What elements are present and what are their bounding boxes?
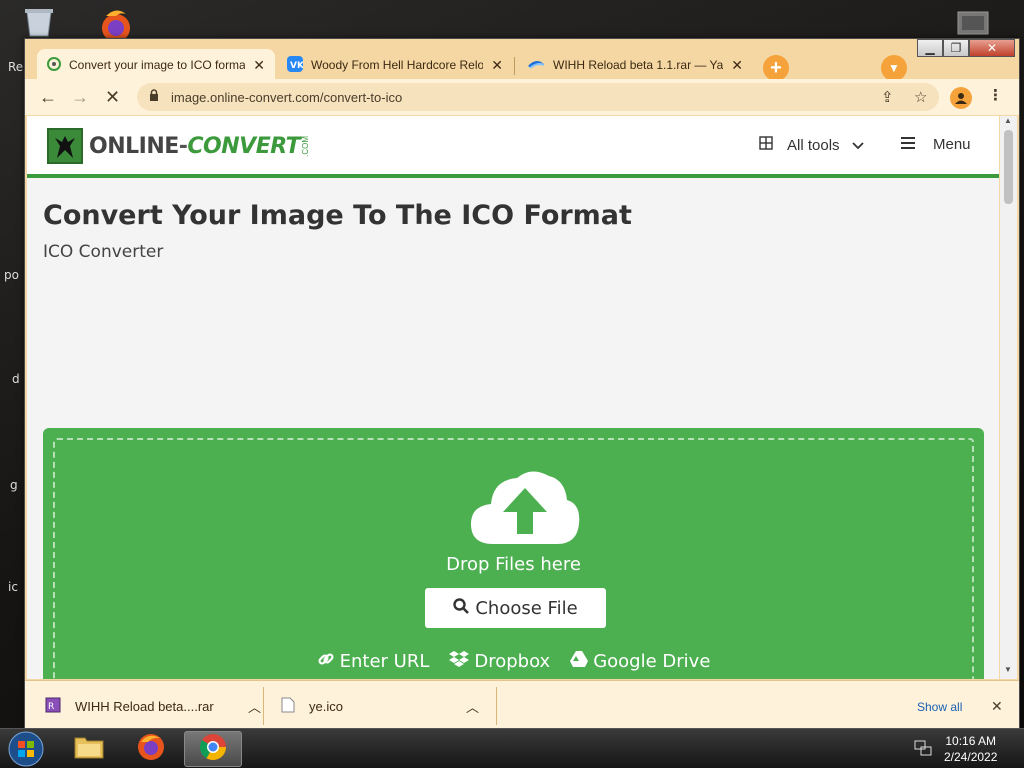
logo-text-convert: CONVERT	[187, 133, 301, 159]
dropbox-icon	[449, 650, 470, 673]
bookmark-star-icon[interactable]: ☆	[914, 88, 927, 106]
desktop-label: Re	[8, 60, 24, 74]
upload-area: Drop Files here Choose File Enter URL Dr…	[43, 428, 984, 679]
lock-icon	[149, 89, 159, 105]
tab-title: WIHH Reload beta 1.1.rar — Yan	[553, 58, 724, 72]
logo-text-online: ONLINE	[89, 133, 179, 159]
dropbox-label: Dropbox	[474, 651, 551, 672]
tab-separator	[514, 57, 515, 75]
download-shelf: R WIHH Reload beta....rar ︿ ye.ico ︿ Sho…	[25, 680, 1019, 729]
close-downloads-icon[interactable]: ✕	[991, 698, 1003, 715]
page-subtitle: ICO Converter	[43, 242, 164, 262]
clock-time: 10:16 AM	[945, 734, 997, 748]
enter-url-link[interactable]: Enter URL	[317, 650, 430, 673]
tab-close-icon[interactable]: ✕	[731, 57, 743, 74]
chevron-up-icon[interactable]: ︿	[466, 697, 479, 716]
browser-window: ▁ ❐ ✕ Convert your image to ICO forma ✕ …	[24, 38, 1020, 730]
stop-loading-button[interactable]: ✕	[105, 87, 120, 108]
page-title: Convert Your Image To The ICO Format	[43, 200, 632, 231]
download-separator	[263, 687, 264, 725]
google-drive-link[interactable]: Google Drive	[570, 650, 710, 673]
tab-close-icon[interactable]: ✕	[253, 57, 265, 74]
taskbar-chrome[interactable]	[184, 731, 242, 767]
svg-text:VK: VK	[290, 61, 303, 71]
page-scrollbar[interactable]: ▲ ▼	[1000, 116, 1017, 679]
web-page: ONLINE-CONVERT .COM All tools Menu Conve…	[27, 116, 999, 679]
google-drive-icon	[570, 651, 589, 672]
tab-vk[interactable]: VK Woody From Hell Hardcore Relo ✕	[277, 49, 513, 81]
desktop-label: ic	[8, 580, 18, 594]
logo-text: ONLINE-CONVERT	[89, 133, 301, 159]
yandex-disk-icon	[527, 57, 545, 74]
link-icon	[317, 650, 335, 673]
menu-button[interactable]: Menu	[901, 136, 971, 153]
all-tools-label: All tools	[787, 136, 840, 154]
site-header: ONLINE-CONVERT .COM All tools Menu	[27, 116, 999, 178]
desktop-label: g	[10, 478, 18, 492]
back-button[interactable]: ←	[39, 87, 57, 108]
tab-bar: Convert your image to ICO forma ✕ VK Woo…	[25, 45, 1019, 81]
cloud-upload-icon	[469, 466, 581, 551]
chevron-up-icon[interactable]: ︿	[248, 697, 261, 716]
logo-suffix: .COM	[301, 135, 311, 157]
online-convert-favicon	[47, 56, 61, 74]
winrar-icon: R	[45, 697, 61, 716]
show-all-downloads-link[interactable]: Show all	[917, 700, 962, 714]
search-icon	[453, 597, 470, 619]
google-drive-label: Google Drive	[593, 651, 711, 672]
vk-icon: VK	[287, 55, 305, 75]
download-filename: ye.ico	[309, 698, 343, 714]
folder-icon	[73, 734, 105, 765]
address-bar[interactable]: image.online-convert.com/convert-to-ico	[137, 83, 939, 111]
browser-toolbar: ← → ✕ image.online-convert.com/convert-t…	[25, 79, 1019, 115]
browser-menu-icon[interactable]: ⋮	[988, 86, 1003, 104]
scroll-down-icon[interactable]: ▼	[1004, 665, 1012, 674]
tab-title: Convert your image to ICO forma	[69, 58, 246, 72]
dropbox-link[interactable]: Dropbox	[449, 650, 550, 673]
download-item[interactable]: ye.ico ︿	[281, 681, 479, 729]
tab-online-convert[interactable]: Convert your image to ICO forma ✕	[37, 49, 275, 81]
desktop-label: po	[4, 268, 19, 282]
upload-sources: Enter URL Dropbox Google Drive	[55, 650, 972, 673]
clock-date: 2/24/2022	[944, 750, 998, 764]
url-text: image.online-convert.com/convert-to-ico	[171, 89, 403, 105]
all-tools-dropdown[interactable]: All tools	[759, 136, 864, 154]
tab-close-icon[interactable]: ✕	[491, 57, 503, 74]
svg-text:R: R	[48, 702, 54, 712]
firefox-icon	[136, 732, 166, 767]
download-filename: WIHH Reload beta....rar	[75, 698, 214, 714]
scroll-up-icon[interactable]: ▲	[1004, 116, 1012, 125]
choose-file-label: Choose File	[475, 597, 578, 619]
site-logo[interactable]: ONLINE-CONVERT .COM	[47, 128, 310, 164]
network-tray-icon[interactable]	[914, 740, 932, 761]
desktop-label: d	[12, 372, 20, 386]
hamburger-icon	[901, 136, 915, 153]
taskbar-explorer[interactable]	[60, 731, 118, 767]
grid-icon	[759, 136, 773, 154]
chevron-down-icon	[851, 137, 864, 154]
download-item[interactable]: R WIHH Reload beta....rar ︿	[45, 681, 261, 729]
start-button[interactable]	[6, 730, 46, 768]
taskbar-firefox[interactable]	[122, 731, 180, 767]
taskbar: 10:16 AM 2/24/2022	[0, 728, 1024, 768]
new-tab-button[interactable]: +	[763, 55, 789, 81]
enter-url-label: Enter URL	[339, 651, 430, 672]
tab-yandex[interactable]: WIHH Reload beta 1.1.rar — Yan ✕	[517, 49, 753, 81]
system-clock[interactable]: 10:16 AM 2/24/2022	[944, 733, 997, 765]
logo-mark-icon	[47, 128, 83, 164]
scroll-thumb[interactable]	[1004, 130, 1013, 204]
forward-button[interactable]: →	[71, 87, 89, 108]
share-icon[interactable]: ⇪	[881, 88, 894, 106]
chrome-icon	[198, 732, 228, 767]
tab-title: Woody From Hell Hardcore Relo	[311, 58, 484, 72]
menu-label: Menu	[933, 136, 971, 153]
tab-search-button[interactable]: ▼	[881, 55, 907, 81]
choose-file-button[interactable]: Choose File	[425, 588, 606, 628]
chevron-down-icon: ▼	[888, 61, 900, 75]
profile-avatar[interactable]	[950, 87, 972, 109]
file-icon	[281, 697, 295, 716]
file-dropzone[interactable]: Drop Files here Choose File Enter URL Dr…	[53, 438, 974, 679]
drop-files-label: Drop Files here	[446, 554, 581, 575]
download-separator	[496, 687, 497, 725]
